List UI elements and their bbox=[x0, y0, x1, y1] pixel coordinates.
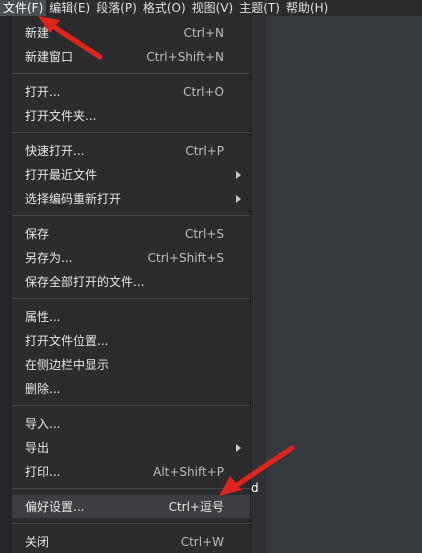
menu-item-open[interactable]: 打开... Ctrl+O bbox=[12, 80, 250, 103]
menu-help[interactable]: 帮助(H) bbox=[283, 0, 331, 16]
menu-item-label: 删除... bbox=[25, 382, 61, 396]
menu-item-open-folder[interactable]: 打开文件夹... bbox=[12, 104, 250, 127]
menu-paragraph[interactable]: 段落(P) bbox=[93, 0, 140, 16]
menu-file[interactable]: 文件(F) bbox=[0, 0, 47, 16]
menu-item-label: 选择编码重新打开 bbox=[25, 192, 122, 206]
menu-item-label: 导出 bbox=[25, 441, 50, 455]
submenu-arrow-icon bbox=[236, 194, 241, 203]
menu-item-quick-open[interactable]: 快速打开... Ctrl+P bbox=[12, 139, 250, 162]
menu-item-shortcut: Ctrl+Shift+N bbox=[146, 49, 224, 64]
menu-separator bbox=[12, 523, 250, 524]
menu-item-delete[interactable]: 删除... bbox=[12, 377, 250, 400]
menu-item-import[interactable]: 导入... bbox=[12, 412, 250, 435]
sidebar-strip bbox=[0, 16, 12, 553]
menu-item-shortcut: Ctrl+Shift+S bbox=[147, 250, 224, 265]
menu-item-label: 新建窗口 bbox=[25, 50, 74, 64]
editor-gutter bbox=[250, 16, 266, 553]
menu-separator bbox=[12, 73, 250, 74]
editor-area[interactable] bbox=[266, 16, 422, 553]
menu-item-label: 属性... bbox=[25, 310, 61, 324]
menu-item-label: 关闭 bbox=[25, 535, 50, 549]
file-menu-dropdown: 新建 Ctrl+N 新建窗口 Ctrl+Shift+N 打开... Ctrl+O… bbox=[12, 16, 251, 553]
menu-item-label: 在侧边栏中显示 bbox=[25, 358, 110, 372]
menu-item-shortcut: Ctrl+N bbox=[183, 25, 224, 40]
submenu-arrow-icon bbox=[236, 443, 241, 452]
menu-view[interactable]: 视图(V) bbox=[189, 0, 237, 16]
menu-separator bbox=[12, 132, 250, 133]
menu-item-properties[interactable]: 属性... bbox=[12, 305, 250, 328]
menu-edit[interactable]: 编辑(E) bbox=[46, 0, 93, 16]
menu-item-open-file-location[interactable]: 打开文件位置... bbox=[12, 329, 250, 352]
menu-item-close[interactable]: 关闭 Ctrl+W bbox=[12, 530, 250, 553]
menu-item-save-all[interactable]: 保存全部打开的文件... bbox=[12, 270, 250, 293]
menu-separator bbox=[12, 298, 250, 299]
menu-item-preferences[interactable]: 偏好设置... Ctrl+逗号 bbox=[12, 495, 250, 518]
menu-item-shortcut: Alt+Shift+P bbox=[153, 464, 224, 479]
menu-item-open-recent[interactable]: 打开最近文件 bbox=[12, 163, 250, 186]
menu-item-shortcut: Ctrl+S bbox=[184, 226, 224, 241]
menu-item-label: 打开文件夹... bbox=[25, 109, 97, 123]
menu-item-print[interactable]: 打印... Alt+Shift+P bbox=[12, 460, 250, 483]
menu-item-shortcut: Ctrl+W bbox=[180, 534, 224, 549]
menu-item-label: 另存为... bbox=[25, 251, 73, 265]
menu-theme[interactable]: 主题(T) bbox=[236, 0, 283, 16]
menu-bar: 文件(F) 编辑(E) 段落(P) 格式(O) 视图(V) 主题(T) 帮助(H… bbox=[0, 0, 422, 16]
menu-item-label: 导入... bbox=[25, 417, 61, 431]
menu-item-label: 新建 bbox=[25, 26, 50, 40]
menu-format[interactable]: 格式(O) bbox=[140, 0, 189, 16]
editor-text-fragment: d bbox=[251, 481, 259, 495]
menu-item-shortcut: Ctrl+O bbox=[183, 84, 224, 99]
menu-item-label: 保存全部打开的文件... bbox=[25, 275, 145, 289]
menu-item-label: 偏好设置... bbox=[25, 500, 85, 514]
menu-item-new[interactable]: 新建 Ctrl+N bbox=[12, 21, 250, 44]
menu-item-reopen-with-encoding[interactable]: 选择编码重新打开 bbox=[12, 187, 250, 210]
menu-item-label: 快速打开... bbox=[25, 144, 85, 158]
menu-item-label: 打开最近文件 bbox=[25, 168, 98, 182]
menu-separator bbox=[12, 405, 250, 406]
menu-item-save[interactable]: 保存 Ctrl+S bbox=[12, 222, 250, 245]
submenu-arrow-icon bbox=[236, 170, 241, 179]
menu-item-label: 保存 bbox=[25, 227, 50, 241]
menu-separator bbox=[12, 215, 250, 216]
menu-item-shortcut: Ctrl+P bbox=[185, 143, 224, 158]
menu-item-shortcut: Ctrl+逗号 bbox=[168, 500, 224, 514]
menu-item-label: 打开... bbox=[25, 85, 61, 99]
menu-item-label: 打开文件位置... bbox=[25, 334, 109, 348]
menu-item-save-as[interactable]: 另存为... Ctrl+Shift+S bbox=[12, 246, 250, 269]
menu-item-new-window[interactable]: 新建窗口 Ctrl+Shift+N bbox=[12, 45, 250, 68]
menu-item-label: 打印... bbox=[25, 465, 61, 479]
menu-item-reveal-in-sidebar[interactable]: 在侧边栏中显示 bbox=[12, 353, 250, 376]
menu-item-export[interactable]: 导出 bbox=[12, 436, 250, 459]
menu-separator bbox=[12, 488, 250, 489]
